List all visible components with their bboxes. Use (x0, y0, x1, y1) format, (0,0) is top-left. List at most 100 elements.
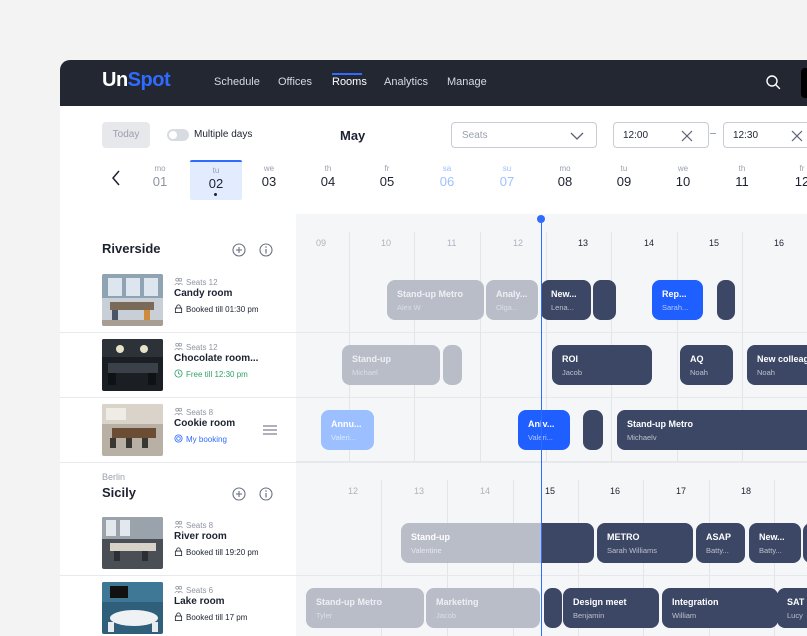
booking-block[interactable] (717, 280, 735, 320)
close-icon[interactable] (791, 130, 803, 142)
chevron-left-icon[interactable] (110, 169, 122, 187)
booking-title: Integration (672, 597, 719, 607)
date-number: 06 (439, 174, 455, 189)
booking-block[interactable]: Stand-up Valentine (401, 523, 594, 563)
date-03[interactable]: we 03 (243, 160, 295, 200)
booking-title: Rep... (662, 289, 687, 299)
date-09[interactable]: tu 09 (598, 160, 650, 200)
date-11[interactable]: th 11 (716, 160, 768, 200)
lock-icon (174, 304, 183, 313)
logo-spot: Spot (127, 69, 171, 91)
date-number: 02 (208, 176, 224, 191)
date-12[interactable]: fr 12 (776, 160, 807, 200)
booking-block[interactable]: Aniv...Valeri... (518, 410, 570, 450)
close-icon[interactable] (681, 130, 693, 142)
booking-organizer: Sarah Williams (607, 546, 658, 555)
booking-block[interactable]: Stand-up Metro Tyler (306, 588, 424, 628)
room-seats: Seats 12 (174, 342, 218, 352)
hour-label-13: 13 (414, 486, 425, 496)
room-row-chocolateroom[interactable]: Seats 12 Chocolate room... Free till 12:30… (60, 333, 296, 398)
nav-schedule[interactable]: Schedule (214, 76, 260, 88)
date-number: 05 (379, 174, 395, 189)
booking-block[interactable] (583, 410, 603, 450)
nav-active-indicator (332, 73, 362, 75)
nav-offices[interactable]: Offices (278, 76, 312, 88)
date-04[interactable]: th 04 (302, 160, 354, 200)
add-icon[interactable] (232, 487, 246, 501)
today-button[interactable]: Today (102, 122, 150, 148)
nav-analytics[interactable]: Analytics (384, 76, 428, 88)
booking-block[interactable]: Stand-up Metro Alex W (387, 280, 484, 320)
booking-block[interactable]: ASAP Batty... (696, 523, 745, 563)
month-title: May (340, 128, 366, 143)
unspot-logo[interactable]: UnSpot (102, 69, 171, 92)
booking-block[interactable]: Stand-up Metro Michaelv (617, 410, 807, 450)
people-icon (174, 520, 183, 529)
booking-block[interactable]: Marketing Jacob (426, 588, 540, 628)
date-02[interactable]: tu 02 (190, 160, 242, 200)
room-row-candyroom[interactable]: Seats 12 Candy room Booked till 01:30 pm (60, 268, 296, 333)
booking-block[interactable]: Design meet Benjamin (563, 588, 659, 628)
booking-block[interactable]: New... Batty... (749, 523, 801, 563)
hour-gridline (480, 232, 481, 462)
date-06[interactable]: sa 06 (421, 160, 473, 200)
booking-block[interactable]: SAT Lucy (777, 588, 807, 628)
date-number: 08 (557, 174, 573, 189)
booking-block[interactable]: Stand-up Michael (342, 345, 440, 385)
room-row-lakeroom[interactable]: Seats 6 Lake room Booked till 17 pm (60, 576, 296, 636)
people-icon (174, 407, 183, 416)
room-row-riverroom[interactable]: Seats 8 River room Booked till 19:20 pm (60, 511, 296, 576)
booking-block[interactable]: Integration William (662, 588, 778, 628)
add-icon[interactable] (232, 243, 246, 257)
hour-label-15: 15 (709, 238, 720, 248)
search-icon[interactable] (765, 74, 781, 90)
booking-block[interactable]: Annu... Valeri... (321, 410, 374, 450)
date-01[interactable]: mo 01 (134, 160, 186, 200)
account-button[interactable] (801, 68, 807, 98)
date-weekday: mo (154, 164, 166, 173)
hour-label-14: 14 (644, 238, 655, 248)
lock-icon (174, 547, 183, 556)
room-row-cookieroom[interactable]: Seats 8 Cookie room My booking (60, 398, 296, 463)
booking-block[interactable] (593, 280, 616, 320)
multiple-days-toggle[interactable] (167, 129, 189, 141)
booking-block[interactable] (443, 345, 462, 385)
date-10[interactable]: we 10 (657, 160, 709, 200)
booking-block[interactable]: Analy... Olga... (486, 280, 538, 320)
time-to-field[interactable]: 12:30 (723, 122, 807, 148)
chevron-down-icon (570, 132, 584, 140)
booking-block[interactable]: AQ Noah (680, 345, 733, 385)
nav-manage[interactable]: Manage (447, 76, 487, 88)
nav-rooms[interactable]: Rooms (332, 76, 367, 88)
room-seats: Seats 6 (174, 585, 213, 595)
booking-organizer: Lucy (787, 611, 803, 620)
date-08[interactable]: mo 08 (539, 160, 591, 200)
menu-icon[interactable] (263, 425, 277, 435)
seats-select[interactable]: Seats (451, 122, 597, 148)
booking-organizer: Sarah... (662, 303, 689, 312)
hour-label-16: 16 (610, 486, 621, 496)
booking-block[interactable]: ROI Jacob (552, 345, 652, 385)
info-icon[interactable] (259, 487, 273, 501)
date-weekday: su (502, 164, 512, 173)
date-weekday: tu (212, 166, 220, 175)
booking-block[interactable]: METRO Sarah Williams (597, 523, 693, 563)
room-status: My booking (174, 434, 227, 444)
filter-toolbar: Today Multiple days May Seats 12:00 12:3… (60, 106, 807, 156)
booking-organizer: Benjamin (573, 611, 605, 620)
booking-block[interactable] (544, 588, 562, 628)
info-icon[interactable] (259, 243, 273, 257)
booking-block[interactable] (803, 523, 807, 563)
booking-organizer: William (672, 611, 697, 620)
multiple-days-label: Multiple days (194, 129, 253, 140)
date-number: 03 (261, 174, 277, 189)
room-name: Cookie room (174, 418, 236, 429)
booking-block[interactable]: Rep... Sarah... (652, 280, 703, 320)
time-from-field[interactable]: 12:00 (613, 122, 709, 148)
hour-label-10: 10 (381, 238, 392, 248)
rooms-sidebar: Riverside Seats 12 Candy room Booked till 0… (60, 214, 296, 636)
booking-block[interactable]: New... Lena... (541, 280, 591, 320)
date-05[interactable]: fr 05 (361, 160, 413, 200)
booking-block[interactable]: New colleag Noah (747, 345, 807, 385)
date-07[interactable]: su 07 (481, 160, 533, 200)
